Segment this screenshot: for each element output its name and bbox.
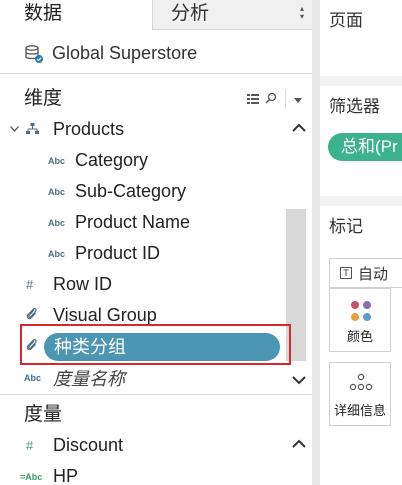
- string-type-icon: Abc: [48, 186, 66, 197]
- color-button[interactable]: 颜色: [329, 288, 391, 352]
- detail-dots-icon: [349, 373, 373, 398]
- hierarchy-products[interactable]: Products: [0, 114, 286, 145]
- dimensions-scrollbar[interactable]: [286, 114, 312, 392]
- field-product-id[interactable]: Abc Product ID: [0, 238, 286, 269]
- filters-card[interactable]: 筛选器 总和(Pr: [320, 86, 402, 196]
- mark-type-label: 自动: [358, 265, 389, 283]
- pane-tab-strip: 数据 分析 ▴ ▾: [0, 0, 312, 30]
- scroll-up-icon[interactable]: [291, 120, 307, 136]
- hierarchy-label: Products: [53, 119, 125, 139]
- field-category[interactable]: Abc Category: [0, 145, 286, 176]
- field-visual-group[interactable]: Visual Group: [0, 300, 286, 331]
- field-measure-names[interactable]: Abc 度量名称: [0, 362, 286, 392]
- datasource-icon: [24, 44, 44, 64]
- field-label: Discount: [53, 435, 124, 455]
- scroll-up-icon[interactable]: [291, 436, 307, 452]
- number-type-icon: #: [26, 438, 34, 453]
- pane-splitter[interactable]: [312, 0, 320, 485]
- shelves-panel: 页面 筛选器 总和(Pr 标记 T 自动 颜色 详细信息: [320, 0, 402, 485]
- dropdown-arrow-icon[interactable]: [294, 88, 302, 110]
- scroll-down-icon[interactable]: [291, 372, 307, 388]
- string-type-icon: Abc: [48, 248, 66, 259]
- dimensions-list: Products Abc Category Abc Sub-Category A…: [0, 114, 286, 392]
- marks-card-title: 标记: [329, 217, 363, 236]
- marks-card[interactable]: 标记 T 自动 颜色 详细信息: [320, 206, 402, 485]
- calculated-string-icon: =Abc: [20, 471, 43, 482]
- chevron-down-icon[interactable]: [10, 124, 19, 135]
- measures-header: 度量: [0, 394, 312, 430]
- paperclip-icon: [26, 339, 38, 354]
- field-discount[interactable]: # Discount: [0, 430, 286, 461]
- string-type-icon: Abc: [48, 155, 66, 166]
- search-icon[interactable]: [265, 88, 277, 110]
- field-label: Product ID: [75, 243, 161, 263]
- text-mark-icon: T: [340, 267, 352, 279]
- number-type-icon: #: [26, 277, 34, 292]
- scrollbar-thumb[interactable]: [286, 209, 306, 361]
- field-label: Row ID: [53, 274, 113, 294]
- tab-analytics[interactable]: 分析 ▴ ▾: [152, 0, 312, 30]
- detail-button-label: 详细信息: [333, 403, 386, 418]
- pages-card[interactable]: 页面: [320, 0, 402, 76]
- field-product-name[interactable]: Abc Product Name: [0, 207, 286, 238]
- dimensions-header: 维度: [0, 78, 312, 114]
- paperclip-icon: [26, 308, 38, 323]
- field-label: 度量名称: [53, 368, 125, 389]
- field-selected-group[interactable]: 种类分组: [0, 331, 286, 362]
- datasource-row[interactable]: Global Superstore: [0, 34, 312, 74]
- pages-card-title: 页面: [329, 11, 363, 30]
- view-list-icon[interactable]: [247, 88, 259, 110]
- filters-card-title: 筛选器: [329, 97, 380, 116]
- hierarchy-icon: [26, 122, 39, 137]
- dimensions-header-tools: [247, 88, 302, 110]
- measures-scrollbar[interactable]: [286, 430, 312, 485]
- tab-data[interactable]: 数据: [0, 0, 152, 30]
- filter-pill[interactable]: 总和(Pr: [328, 133, 402, 161]
- string-type-icon: Abc: [48, 217, 66, 228]
- field-hp[interactable]: =Abc HP: [0, 461, 286, 485]
- measures-list: # Discount =Abc HP: [0, 430, 286, 485]
- detail-button[interactable]: 详细信息: [329, 362, 391, 426]
- field-label: Sub-Category: [75, 181, 187, 201]
- color-dots-icon: [349, 299, 373, 328]
- field-label: Visual Group: [53, 305, 157, 325]
- header-separator: [285, 89, 286, 109]
- field-sub-category[interactable]: Abc Sub-Category: [0, 176, 286, 207]
- data-pane: 数据 分析 ▴ ▾ Global Superstore 维度 Products …: [0, 0, 312, 485]
- string-type-icon: Abc: [24, 372, 42, 383]
- field-row-id[interactable]: # Row ID: [0, 269, 286, 300]
- field-label: Product Name: [75, 212, 191, 232]
- measures-title: 度量: [24, 404, 63, 425]
- tab-analytics-label: 分析: [171, 3, 210, 24]
- color-button-label: 颜色: [346, 329, 373, 344]
- mark-type-dropdown[interactable]: T 自动: [329, 258, 402, 288]
- field-label: HP: [53, 466, 79, 485]
- selected-field-pill[interactable]: 种类分组: [44, 333, 280, 361]
- tab-scroll-arrows-icon[interactable]: ▴ ▾: [300, 5, 304, 21]
- field-label: Category: [75, 150, 149, 170]
- datasource-name: Global Superstore: [52, 43, 198, 63]
- dimensions-title: 维度: [24, 87, 63, 109]
